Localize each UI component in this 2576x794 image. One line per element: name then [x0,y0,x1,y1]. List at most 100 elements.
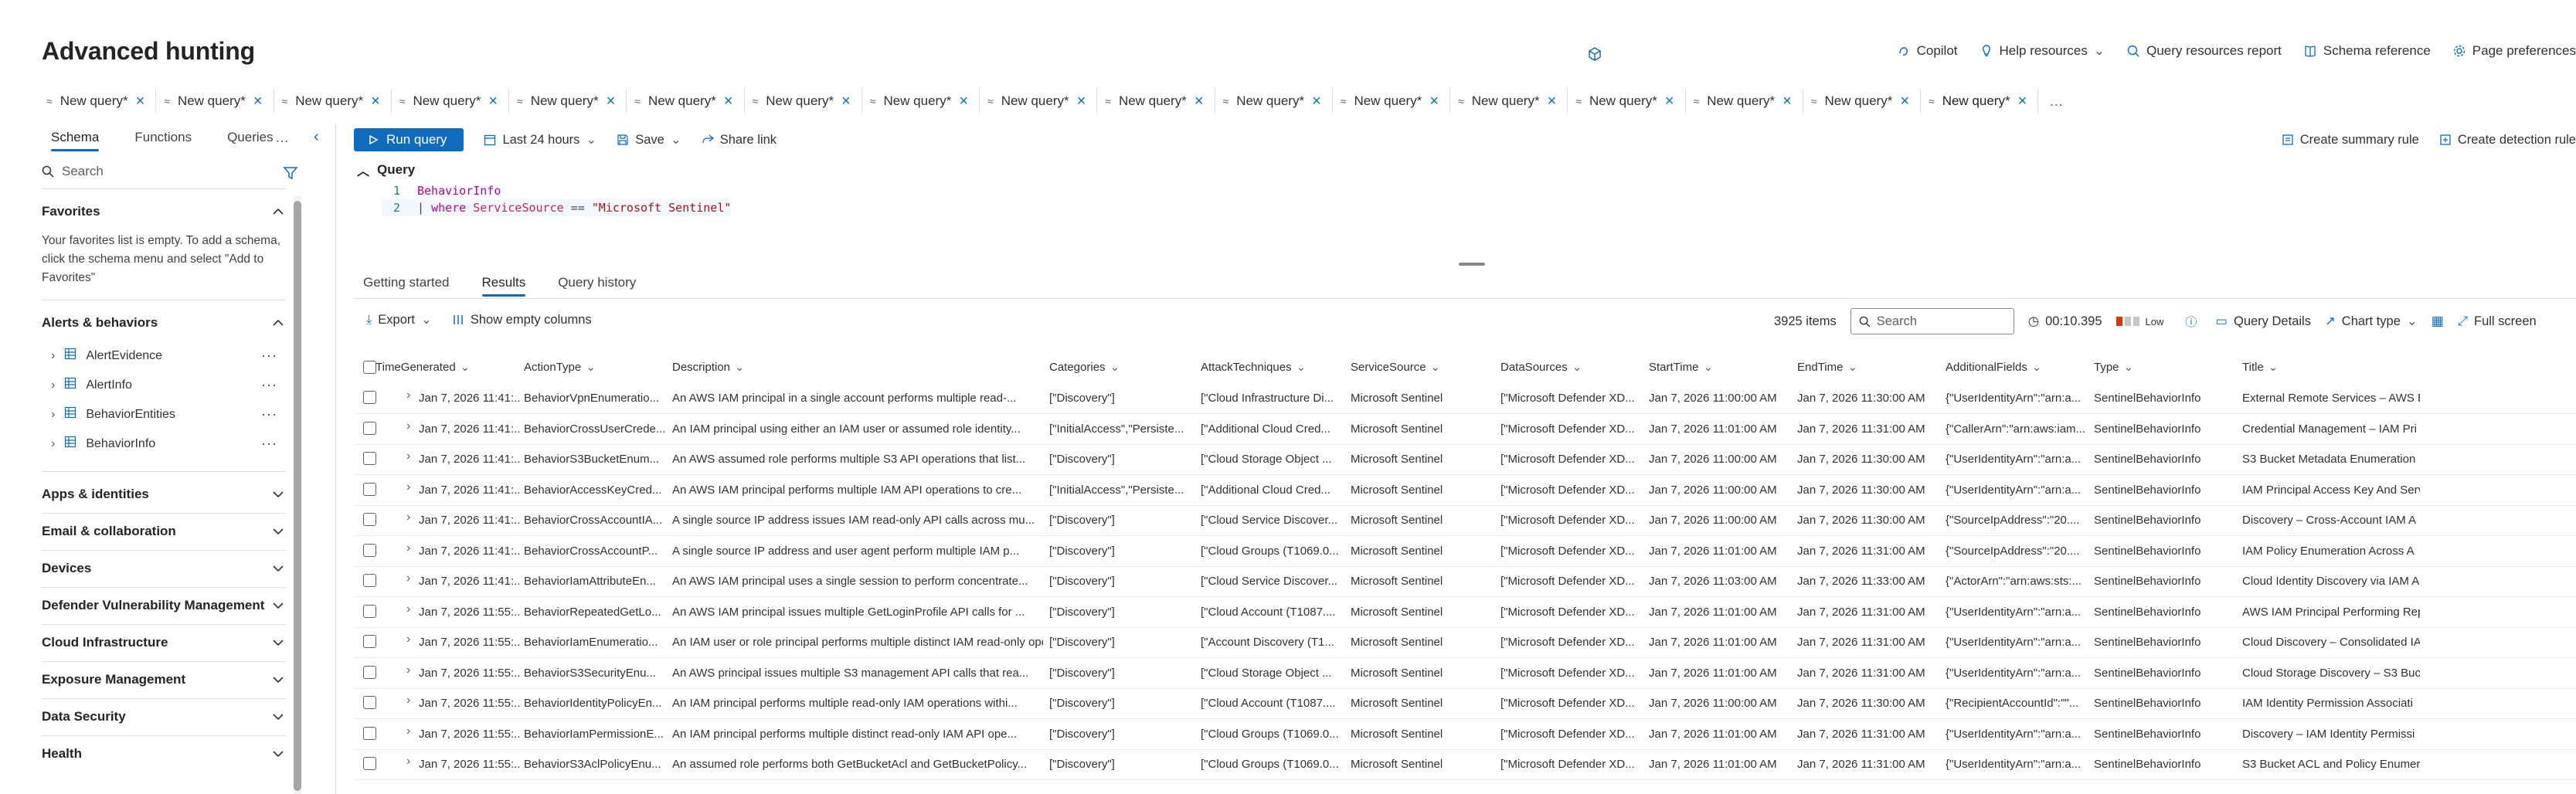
tab-getting-started[interactable]: Getting started [363,275,450,290]
row-checkbox[interactable] [363,513,376,526]
column-header[interactable]: ActionType ⌄ [524,360,596,375]
chevron-right-icon[interactable]: › [406,633,410,646]
query-tab[interactable]: ≈ New query* × [745,89,862,114]
more-options-icon[interactable]: ··· [261,436,277,452]
info-icon[interactable]: ⓘ [2185,314,2197,330]
row-checkbox[interactable] [363,391,376,404]
schema-table-item[interactable]: › AlertEvidence ··· [51,348,277,364]
editor-resize-handle[interactable] [1459,263,1485,266]
query-tab[interactable]: ≈ New query* × [1450,89,1568,114]
close-icon[interactable]: × [136,93,145,109]
more-options-icon[interactable]: ··· [261,377,277,393]
schema-section-defender-vulnerability-management[interactable]: Defender Vulnerability Management [42,598,264,613]
chevron-right-icon[interactable]: › [51,437,55,451]
header-action-lightbulb[interactable]: Help resources ⌄ [1980,43,2105,59]
full-screen-button[interactable]: ⤢ Full screen [2458,314,2537,329]
query-section-header[interactable]: ︿ Query [357,161,415,179]
chevron-down-icon[interactable] [270,598,286,613]
schema-section-email-collaboration[interactable]: Email & collaboration [42,524,176,539]
chevron-right-icon[interactable]: › [51,378,55,392]
table-row[interactable]: › Jan 7, 2026 11:41:... BehaviorIamAttribu… [354,566,2576,597]
create-summary-rule-button[interactable]: Create summary rule [2282,133,2419,148]
query-tab[interactable]: ≈ New query* × [1097,89,1215,114]
chevron-right-icon[interactable]: › [406,541,410,555]
schema-section-apps-identities[interactable]: Apps & identities [42,487,149,502]
chevron-right-icon[interactable]: › [406,572,410,585]
close-icon[interactable]: × [1312,93,1321,109]
collapse-pane-icon[interactable]: ‹ [314,128,319,146]
chevron-right-icon[interactable]: › [406,755,410,769]
row-checkbox[interactable] [363,726,376,740]
alerts-behaviors-title[interactable]: Alerts & behaviors [42,315,158,331]
close-icon[interactable]: × [1429,93,1439,109]
close-icon[interactable]: × [607,93,616,109]
row-checkbox[interactable] [363,665,376,679]
schema-table-item[interactable]: › BehaviorEntities ··· [51,406,277,422]
table-row[interactable]: › Jan 7, 2026 11:41:... BehaviorCrossAccou… [354,505,2576,536]
chevron-right-icon[interactable]: › [406,511,410,524]
close-icon[interactable]: × [1077,93,1086,109]
query-tab[interactable]: ≈ New query* × [42,89,157,114]
chevron-down-icon[interactable] [270,709,286,724]
chart-type-dropdown[interactable]: ↗ Chart type ⌄ [2325,314,2418,329]
table-row[interactable]: › Jan 7, 2026 11:55:... BehaviorS3Security… [354,658,2576,689]
chevron-right-icon[interactable]: › [406,480,410,494]
left-pane-more-icon[interactable]: … [275,130,289,146]
query-tab[interactable]: ≈ New query* × [1921,89,2039,114]
query-details-button[interactable]: ▭ Query Details [2215,314,2311,329]
table-row[interactable]: › Jan 7, 2026 11:41:... BehaviorVpnEnumera… [354,383,2576,414]
chevron-right-icon[interactable]: › [406,694,410,707]
schema-section-cloud-infrastructure[interactable]: Cloud Infrastructure [42,635,168,650]
close-icon[interactable]: × [1782,93,1792,109]
chevron-right-icon[interactable]: › [406,724,410,738]
row-checkbox[interactable] [363,757,376,770]
row-checkbox[interactable] [363,421,376,435]
more-options-icon[interactable]: ··· [261,348,277,364]
save-dropdown[interactable]: Save ⌄ [617,132,681,148]
table-row[interactable]: › Jan 7, 2026 11:41:... BehaviorAccessKeyC… [354,475,2576,506]
column-header[interactable]: AdditionalFields ⌄ [1946,360,2041,375]
query-tab[interactable]: ≈ New query* × [1803,89,1921,114]
close-icon[interactable]: × [1900,93,1909,109]
more-options-icon[interactable]: ··· [261,406,277,422]
close-icon[interactable]: × [841,93,851,109]
column-header[interactable]: ServiceSource ⌄ [1351,360,1440,375]
chevron-right-icon[interactable]: › [51,349,55,363]
select-all-checkbox[interactable] [363,361,376,374]
chevron-down-icon[interactable] [270,672,286,687]
tab-schema[interactable]: Schema [51,130,100,151]
row-checkbox[interactable] [363,574,376,587]
table-row[interactable]: › Jan 7, 2026 11:55:... BehaviorIamEnumera… [354,627,2576,658]
time-range-dropdown[interactable]: Last 24 hours ⌄ [484,132,596,148]
chevron-down-icon[interactable] [270,561,286,576]
close-icon[interactable]: × [1195,93,1204,109]
column-picker-icon[interactable]: ▦ [2432,314,2444,329]
header-action-gear[interactable]: Page preferences [2452,43,2576,59]
column-header[interactable]: TimeGenerated ⌄ [376,360,470,375]
close-icon[interactable]: × [371,93,380,109]
favorites-title[interactable]: Favorites [42,204,100,219]
close-icon[interactable]: × [959,93,968,109]
chevron-right-icon[interactable]: › [406,389,410,402]
query-tab[interactable]: ≈ New query* × [274,89,392,114]
close-icon[interactable]: × [1665,93,1674,109]
schema-scrollbar-thumb[interactable] [294,201,301,791]
chevron-up-icon[interactable] [270,315,286,331]
export-dropdown[interactable]: ⤓ Export ⌄ [366,312,432,327]
tab-queries[interactable]: Queries [227,130,274,150]
schema-section-exposure-management[interactable]: Exposure Management [42,672,185,687]
close-icon[interactable]: × [2018,93,2027,109]
row-checkbox[interactable] [363,482,376,496]
row-checkbox[interactable] [363,696,376,709]
query-tab[interactable]: ≈ New query* × [980,89,1098,114]
run-query-button[interactable]: Run query [354,128,464,151]
column-header[interactable]: Categories ⌄ [1049,360,1120,375]
column-header[interactable]: AttackTechniques ⌄ [1201,360,1306,375]
query-tab[interactable]: ≈ New query* × [1568,89,1686,114]
column-header[interactable]: Type ⌄ [2094,360,2133,375]
schema-section-data-security[interactable]: Data Security [42,709,126,724]
chevron-right-icon[interactable]: › [51,408,55,422]
header-action-book[interactable]: Schema reference [2303,43,2431,59]
query-tab[interactable]: ≈ New query* × [862,89,980,114]
row-checkbox[interactable] [363,452,376,465]
